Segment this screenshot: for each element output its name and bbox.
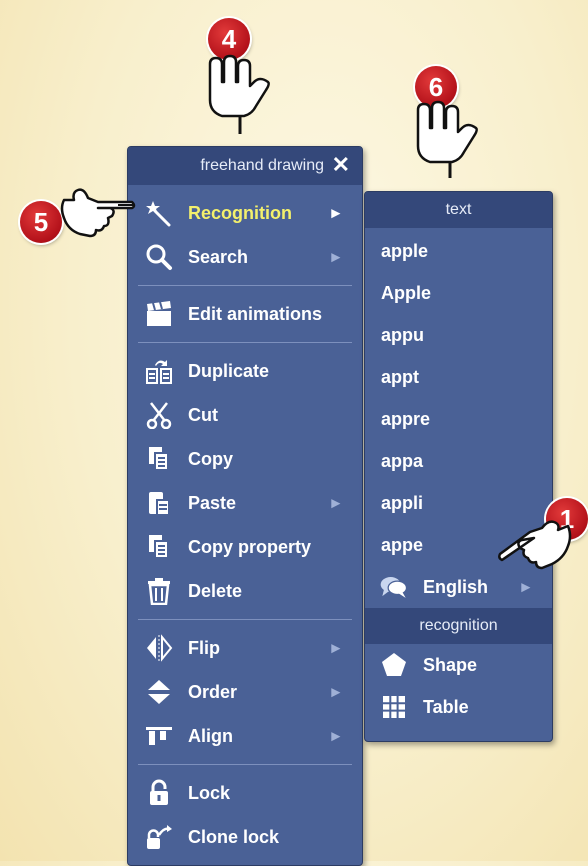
- divider: [138, 342, 352, 343]
- pointing-hand-icon: [416, 100, 478, 178]
- menu-item-cut[interactable]: Cut: [128, 393, 362, 437]
- menu-item-search[interactable]: Search ▶: [128, 235, 362, 279]
- candidate-item[interactable]: appa: [365, 440, 552, 482]
- close-icon[interactable]: ✕: [332, 154, 350, 176]
- menu-item-label: Paste: [188, 492, 237, 513]
- menu-item-flip[interactable]: Flip ▶: [128, 626, 362, 670]
- menu-item-label: Copy property: [188, 536, 312, 557]
- submenu-arrow-icon: ▶: [331, 497, 340, 510]
- menu-item-lock[interactable]: Lock: [128, 771, 362, 815]
- menu-item-label: Delete: [188, 580, 243, 601]
- menu-title: freehand drawing: [200, 157, 324, 174]
- order-icon: [144, 678, 174, 706]
- copy-icon: [144, 445, 174, 473]
- menu-item-copy[interactable]: Copy: [128, 437, 362, 481]
- candidate-item[interactable]: appre: [365, 398, 552, 440]
- pointing-hand-icon: [498, 520, 572, 570]
- flip-icon: [144, 634, 174, 662]
- menu-item-label: Cut: [188, 404, 218, 425]
- menu-item-order[interactable]: Order ▶: [128, 670, 362, 714]
- callout-badge-5: 5: [20, 201, 62, 243]
- menu-item-label: Shape: [423, 654, 478, 675]
- speech-bubbles-icon: [379, 573, 409, 601]
- lock-icon: [144, 779, 174, 807]
- menu-item-label: English: [423, 576, 489, 597]
- menu-item-shape[interactable]: Shape: [365, 644, 552, 686]
- divider: [138, 764, 352, 765]
- clone-lock-icon: [144, 823, 174, 851]
- menu-item-delete[interactable]: Delete: [128, 569, 362, 613]
- clapperboard-icon: [144, 300, 174, 328]
- menu-item-label: Flip: [188, 637, 220, 658]
- menu-item-label: Table: [423, 696, 469, 717]
- candidate-item[interactable]: apple: [365, 230, 552, 272]
- menu-item-label: Align: [188, 725, 233, 746]
- menu-item-table[interactable]: Table: [365, 686, 552, 728]
- trash-icon: [144, 577, 174, 605]
- submenu-arrow-icon: ▶: [331, 642, 340, 655]
- menu-item-recognition[interactable]: Recognition ▶: [128, 191, 362, 235]
- menu-item-label: Search: [188, 246, 249, 267]
- submenu-arrow-icon: ▶: [331, 730, 340, 743]
- paste-icon: [144, 489, 174, 517]
- submenu-arrow-icon: ▶: [331, 251, 340, 264]
- menu-item-clone-lock[interactable]: Clone lock: [128, 815, 362, 859]
- table-grid-icon: [379, 693, 409, 721]
- pentagon-icon: [379, 651, 409, 679]
- divider: [138, 285, 352, 286]
- submenu-arrow-icon: ▶: [331, 207, 340, 220]
- menu-item-duplicate[interactable]: Duplicate: [128, 349, 362, 393]
- submenu-arrow-icon: ▶: [331, 686, 340, 699]
- search-icon: [144, 243, 174, 271]
- recognition-section-header: recognition: [365, 608, 552, 644]
- pointing-hand-icon: [60, 188, 136, 238]
- menu-item-label: Copy: [188, 448, 233, 469]
- menu-item-align[interactable]: Align ▶: [128, 714, 362, 758]
- menu-item-edit-animations[interactable]: Edit animations: [128, 292, 362, 336]
- duplicate-icon: [144, 357, 174, 385]
- scissors-icon: [144, 401, 174, 429]
- menu-item-label: Lock: [188, 782, 231, 803]
- candidate-item[interactable]: Apple: [365, 272, 552, 314]
- text-section-header: text: [365, 192, 552, 228]
- pointing-hand-icon: [208, 54, 270, 134]
- divider: [138, 619, 352, 620]
- menu-item-label: Order: [188, 681, 238, 702]
- menu-item-label: Edit animations: [188, 303, 323, 324]
- recognition-submenu: text apple Apple appu appt appre appa ap…: [364, 191, 553, 742]
- magic-wand-icon: [144, 199, 174, 227]
- freehand-drawing-context-menu: freehand drawing ✕ Recognition ▶ Search …: [127, 146, 363, 866]
- menu-item-copy-property[interactable]: Copy property: [128, 525, 362, 569]
- menu-item-paste[interactable]: Paste ▶: [128, 481, 362, 525]
- menu-header: freehand drawing ✕: [128, 147, 362, 185]
- menu-item-label: Duplicate: [188, 360, 270, 381]
- menu-item-label: Recognition: [188, 202, 292, 223]
- menu-item-label: Clone lock: [188, 826, 280, 847]
- copy-property-icon: [144, 533, 174, 561]
- candidate-item[interactable]: appt: [365, 356, 552, 398]
- align-icon: [144, 722, 174, 750]
- candidate-item[interactable]: appu: [365, 314, 552, 356]
